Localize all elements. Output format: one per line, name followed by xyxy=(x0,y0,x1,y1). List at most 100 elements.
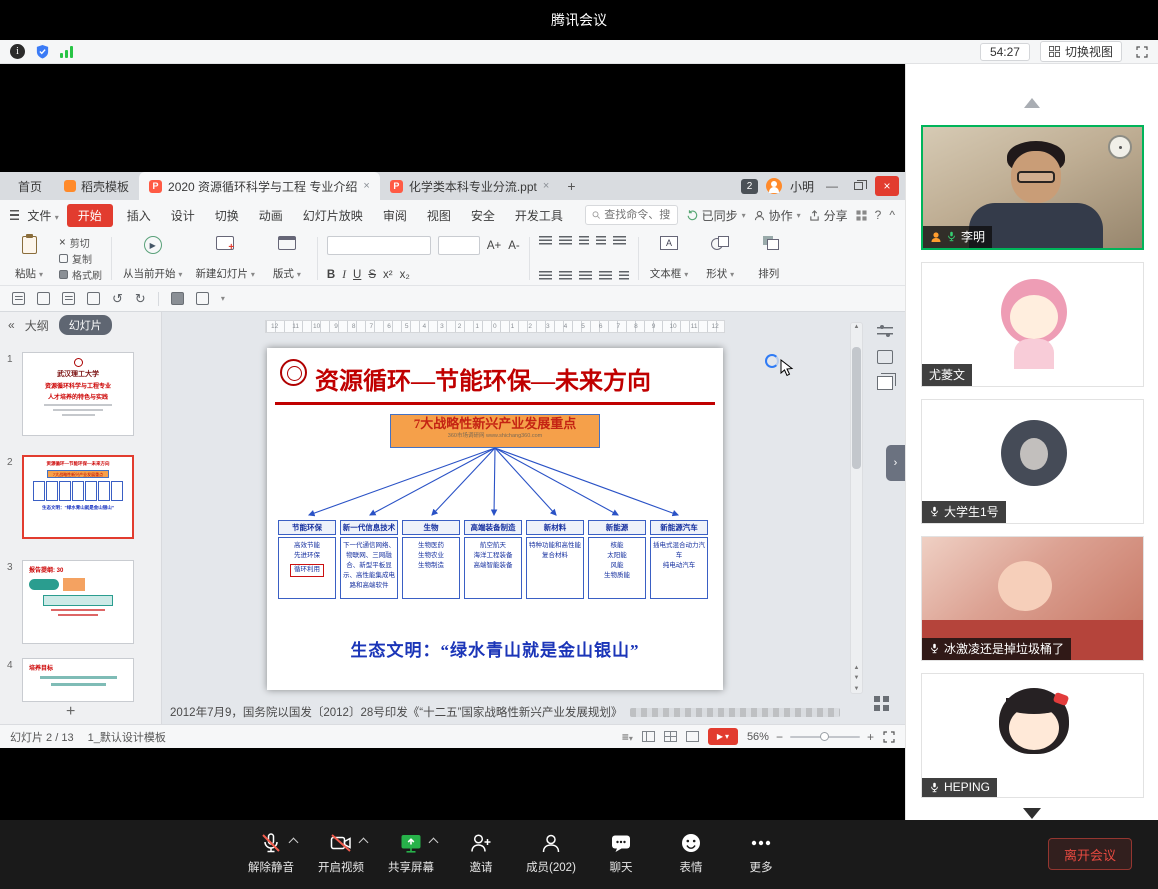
leave-meeting-button[interactable]: 离开会议 xyxy=(1048,838,1132,870)
paste-button[interactable]: 粘贴 ▾ xyxy=(8,234,50,283)
print-icon[interactable] xyxy=(62,292,75,305)
subscript-button[interactable]: x₂ xyxy=(400,269,410,281)
bookmark-icon[interactable] xyxy=(877,350,893,364)
align-left-icon[interactable] xyxy=(539,271,552,281)
security-shield-icon[interactable] xyxy=(35,44,50,59)
start-video-button[interactable]: 开启视频 xyxy=(315,830,367,875)
number-list-icon[interactable] xyxy=(559,236,572,246)
collaborate-button[interactable]: 协作▾ xyxy=(754,207,801,224)
justify-icon[interactable] xyxy=(599,271,612,281)
minimize-icon[interactable]: — xyxy=(822,179,842,193)
line-spacing-icon[interactable] xyxy=(613,236,626,246)
underline-button[interactable]: U xyxy=(353,269,361,281)
emoji-button[interactable]: 表情 xyxy=(665,830,717,875)
collapse-panel-icon[interactable]: « xyxy=(8,318,15,332)
participant-tile[interactable]: 李明 xyxy=(921,125,1144,250)
new-tab-button[interactable]: + xyxy=(559,178,583,194)
menu-item[interactable]: 动画 xyxy=(253,204,289,227)
switch-view-button[interactable]: 切换视图 xyxy=(1040,41,1122,62)
scroll-participants-up-icon[interactable] xyxy=(1024,98,1040,108)
textbox-button[interactable]: A 文本框 ▾ xyxy=(648,234,690,283)
tab-close-icon[interactable]: × xyxy=(543,180,549,192)
layers-icon[interactable] xyxy=(877,376,893,390)
menu-item[interactable]: 开发工具 xyxy=(509,204,569,227)
strikethrough-button[interactable]: S xyxy=(368,269,376,281)
sync-status[interactable]: 已同步▾ xyxy=(686,207,746,224)
font-name-input[interactable] xyxy=(327,236,431,255)
search-input[interactable] xyxy=(604,209,670,221)
menu-item[interactable]: 审阅 xyxy=(377,204,413,227)
slide-thumbnail-2-selected[interactable]: 资源循环—节能环保—未来方向 7大战略性新兴产业发展重点 生态文明：“绿水青山就… xyxy=(22,455,134,539)
undo-icon[interactable]: ↺ xyxy=(112,292,123,305)
more-button[interactable]: 更多 xyxy=(735,830,787,875)
slide-sorter-icon[interactable] xyxy=(664,731,677,742)
vertical-scrollbar[interactable]: ▲ ▲ ▼ ▼ xyxy=(850,322,863,694)
zoom-in-icon[interactable]: + xyxy=(867,730,874,744)
invite-button[interactable]: 邀请 xyxy=(455,830,507,875)
status-menu-icon[interactable]: ≡▾ xyxy=(622,730,633,744)
new-slide-button[interactable]: 新建幻灯片 ▾ xyxy=(193,234,256,283)
hamburger-menu-icon[interactable] xyxy=(10,210,19,220)
print-preview-icon[interactable] xyxy=(87,292,100,305)
quickbar-more-icon[interactable]: ▾ xyxy=(221,294,225,303)
find-replace-icon[interactable] xyxy=(196,292,209,305)
superscript-button[interactable]: x² xyxy=(383,269,393,281)
chevron-up-icon[interactable] xyxy=(429,838,439,848)
play-from-current-button[interactable]: ▶ 从当前开始 ▾ xyxy=(121,234,184,283)
chevron-up-icon[interactable] xyxy=(359,838,369,848)
unmute-button[interactable]: 解除静音 xyxy=(245,830,297,875)
fullscreen-icon[interactable] xyxy=(1136,46,1148,58)
cut-button[interactable]: ×剪切 xyxy=(59,235,102,250)
italic-button[interactable]: I xyxy=(342,269,346,281)
layout-button[interactable]: 版式 ▾ xyxy=(266,234,308,283)
slide-thumbnail-4[interactable]: 培养目标 xyxy=(22,658,134,702)
bold-button[interactable]: B xyxy=(327,269,335,281)
collapse-ribbon-icon[interactable]: ^ xyxy=(889,208,895,222)
slide-thumbnail-3[interactable]: 报告提纲: 30 xyxy=(22,560,134,644)
adjust-icon[interactable] xyxy=(877,324,893,338)
apps-grid-icon[interactable] xyxy=(856,210,867,221)
share-screen-button[interactable]: 共享屏幕 xyxy=(385,830,437,875)
slide-thumbnail-1[interactable]: 武汉理工大学 资源循环科学与工程专业 人才培养的特色与实践 xyxy=(22,352,134,436)
meeting-info-icon[interactable]: i xyxy=(10,44,25,59)
menu-file[interactable]: 文件 ▾ xyxy=(27,207,58,224)
tab-close-icon[interactable]: × xyxy=(363,180,369,192)
font-size-input[interactable] xyxy=(438,236,480,255)
shapes-button[interactable]: 形状 ▾ xyxy=(699,234,741,283)
menu-item[interactable]: 开始 xyxy=(67,204,113,227)
chat-button[interactable]: 聊天 xyxy=(595,830,647,875)
reading-view-icon[interactable] xyxy=(686,731,699,742)
document-tab-active[interactable]: P 2020 资源循环科学与工程 专业介绍 × xyxy=(139,172,380,200)
user-name[interactable]: 小明 xyxy=(790,178,814,195)
menu-item[interactable]: 设计 xyxy=(165,204,201,227)
zoom-slider[interactable] xyxy=(790,736,860,738)
participant-tile[interactable]: 尤菱文 xyxy=(921,262,1144,387)
slides-tab[interactable]: 幻灯片 xyxy=(59,315,112,335)
outline-tab[interactable]: 大纲 xyxy=(25,317,49,334)
scroll-down-icon[interactable]: ▼ xyxy=(851,686,862,692)
participant-tile[interactable]: HEPING xyxy=(921,673,1144,798)
window-count-badge[interactable]: 2 xyxy=(741,179,758,194)
close-icon[interactable]: × xyxy=(875,176,899,196)
wps-home-tab[interactable]: 首页 xyxy=(6,178,54,195)
command-search[interactable] xyxy=(585,205,678,225)
align-right-icon[interactable] xyxy=(579,271,592,281)
zoom-out-icon[interactable]: − xyxy=(776,730,783,744)
participant-tile[interactable]: 大学生1号 xyxy=(921,399,1144,524)
share-button[interactable]: 分享 xyxy=(809,207,848,224)
grid-view-icon[interactable] xyxy=(874,696,889,711)
slideshow-play-button[interactable]: ▶▾ xyxy=(708,728,738,745)
save-icon[interactable] xyxy=(12,292,25,305)
menu-item[interactable]: 切换 xyxy=(209,204,245,227)
expand-panel-tab[interactable]: › xyxy=(886,445,905,481)
user-avatar[interactable] xyxy=(766,178,782,194)
normal-view-icon[interactable] xyxy=(642,731,655,742)
bullet-list-icon[interactable] xyxy=(539,236,552,246)
help-icon[interactable]: ? xyxy=(875,208,882,222)
network-signal-icon[interactable] xyxy=(60,46,73,58)
decrease-font-icon[interactable]: A- xyxy=(508,240,520,252)
menu-item[interactable]: 插入 xyxy=(121,204,157,227)
indent-decrease-icon[interactable] xyxy=(579,236,589,246)
add-slide-button[interactable]: + xyxy=(66,704,75,720)
previous-slide-icon[interactable]: ▲ xyxy=(851,665,862,671)
